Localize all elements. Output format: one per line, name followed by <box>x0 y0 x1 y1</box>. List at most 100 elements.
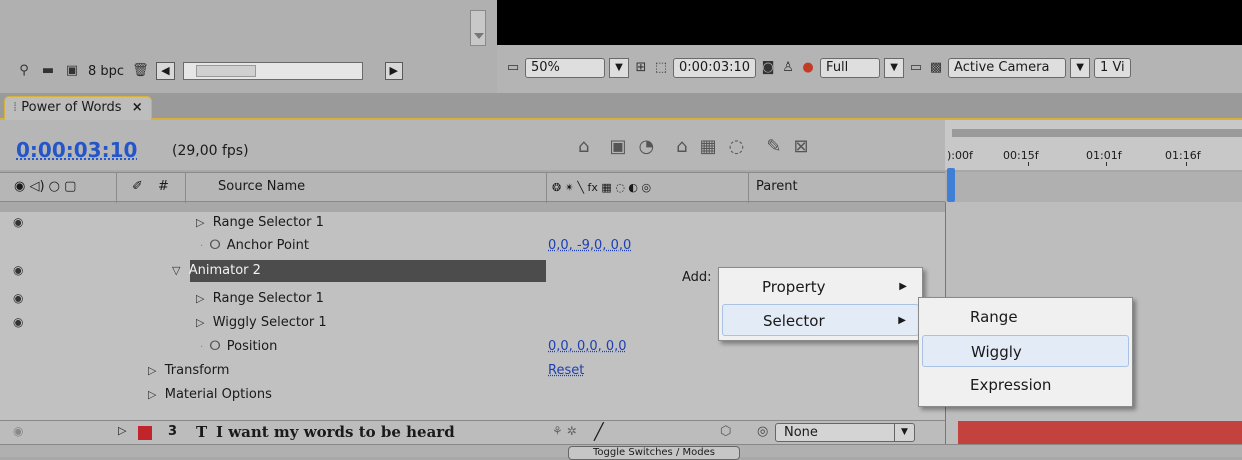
ruler-labels: ):00f 00:15f 01:01f 01:16f <box>947 149 1242 163</box>
av-features-icons: ◉ ◁) ○ ▢ <box>14 179 77 194</box>
timeline-graph-header <box>945 172 1242 202</box>
transparency-grid-icon[interactable]: ▩ <box>928 61 944 75</box>
switches-column-icons: ❂ ✴ ╲ fx ▦ ◌ ◐ ◎ <box>552 181 652 194</box>
stopwatch-icon[interactable]: ⵔ <box>209 339 221 354</box>
column-parent[interactable]: Parent <box>756 179 798 194</box>
menu-item-wiggly[interactable]: Wiggly <box>922 335 1129 367</box>
region-of-interest-icon[interactable]: ⬚ <box>653 61 669 75</box>
layer-name[interactable]: I want my words to be heard <box>216 423 455 441</box>
menu-item-property[interactable]: Property ▶ <box>722 271 919 303</box>
eye-icon[interactable]: ◉ <box>13 291 23 305</box>
fast-previews-icon[interactable]: ▭ <box>908 61 924 75</box>
motion-blur-icon[interactable]: ◌ <box>729 136 745 157</box>
eye-icon[interactable]: ◉ <box>13 424 23 438</box>
column-header: ◉ ◁) ○ ▢ ✐ # Source Name ❂ ✴ ╲ fx ▦ ◌ ◐ … <box>0 172 945 203</box>
layer-number: 3 <box>168 424 178 439</box>
eye-icon[interactable]: ◉ <box>13 263 23 277</box>
color-channels-icon[interactable]: ● <box>800 61 816 75</box>
tab-label: Power of Words <box>21 100 122 115</box>
expand-triangle-icon[interactable]: ▷ <box>196 216 204 229</box>
layer-duration-bar[interactable] <box>958 421 1242 445</box>
scroll-right-button[interactable]: ▶ <box>384 62 403 80</box>
current-time-display[interactable]: 0:00:03:10 <box>16 138 137 162</box>
work-area-bar[interactable] <box>952 129 1242 137</box>
pickwhip-icon[interactable]: ◎ <box>757 424 768 439</box>
label-icon: ✐ <box>132 179 143 194</box>
quality-switch-icon[interactable]: ╱ <box>594 422 604 441</box>
reset-link[interactable]: Reset <box>548 363 584 378</box>
draft-3d-icon[interactable]: ◔ <box>638 136 654 157</box>
graph-editor-icon[interactable]: ⊠ <box>793 136 808 157</box>
toggle-switches-modes-button[interactable]: Toggle Switches / Modes <box>568 446 740 460</box>
expand-triangle-icon[interactable]: ▷ <box>118 424 126 437</box>
list-item[interactable]: · ⵔ Anchor Point 0,0, -9,0, 0,0 <box>0 235 945 257</box>
resolution-dropdown[interactable]: Full <box>820 58 881 78</box>
chevron-down-icon[interactable]: ▼ <box>894 424 914 441</box>
views-dropdown[interactable]: 1 Vi <box>1094 58 1131 78</box>
list-item[interactable]: ◉ ▷ Range Selector 1 <box>0 212 945 234</box>
chevron-down-icon[interactable]: ▼ <box>884 58 905 78</box>
grip-icon: ⁞ <box>13 100 18 115</box>
project-slider[interactable] <box>182 62 363 80</box>
3d-layer-icon[interactable]: ⬡ <box>720 424 731 439</box>
live-update-icon[interactable]: ▣ <box>609 136 626 157</box>
list-item[interactable]: ▷ Transform Reset <box>0 360 945 382</box>
label-color-swatch[interactable] <box>138 426 152 440</box>
bit-depth-button[interactable]: 8 bpc <box>88 64 124 79</box>
scroll-left-button[interactable]: ◀ <box>156 62 175 80</box>
ruler-label: 00:15f <box>1003 149 1039 162</box>
selector-submenu: Range Wiggly Expression <box>918 297 1133 407</box>
parent-dropdown[interactable]: None ▼ <box>775 423 915 442</box>
eye-icon[interactable]: ◉ <box>13 215 23 229</box>
trash-icon[interactable]: 🗑 <box>132 64 149 78</box>
tab-power-of-words[interactable]: ⁞ Power of Words × <box>4 96 152 120</box>
composition-icon[interactable]: ▣ <box>64 64 80 78</box>
frame-blending-icon[interactable]: ▦ <box>700 136 717 157</box>
shy-switch-icon[interactable]: ⚘ ✲ <box>552 424 577 438</box>
eye-icon[interactable]: ◉ <box>13 315 23 329</box>
expand-triangle-icon[interactable]: ▷ <box>148 364 156 377</box>
menu-item-selector[interactable]: Selector ▶ <box>722 304 919 336</box>
menu-item-range[interactable]: Range <box>922 301 1129 333</box>
zoom-dropdown[interactable]: 50% <box>525 58 605 78</box>
collapse-triangle-icon[interactable]: ▽ <box>172 264 180 277</box>
brainstorm-icon[interactable]: ✎ <box>766 136 781 157</box>
stopwatch-icon[interactable]: ⵔ <box>209 238 221 253</box>
table-row[interactable]: ◉ ▷ 3 T I want my words to be heard ⚘ ✲ … <box>0 420 945 444</box>
column-hash[interactable]: # <box>158 179 169 194</box>
always-preview-icon[interactable]: ▭ <box>505 61 521 75</box>
menu-item-label: Expression <box>970 376 1052 394</box>
hide-shy-layers-icon[interactable]: ⌂ <box>676 136 687 157</box>
grid-icon[interactable]: ⊞ <box>633 61 649 75</box>
bullet-icon: · <box>200 241 204 252</box>
row-label: Animator 2 <box>188 263 261 278</box>
anchor-point-value[interactable]: 0,0, -9,0, 0,0 <box>548 238 631 253</box>
show-snapshot-icon[interactable]: ♙ <box>780 61 796 75</box>
binoculars-icon[interactable]: ⚲ <box>16 64 32 78</box>
expand-triangle-icon[interactable]: ▷ <box>196 316 204 329</box>
comp-mini-flowchart-icon[interactable]: ⌂ <box>578 136 589 157</box>
viewer-controls: ▭ 50% ▼ ⊞ ⬚ 0:00:03:10 ◙ ♙ ● Full ▼ ▭ ▩ … <box>505 57 1131 79</box>
list-item[interactable]: ▷ Material Options <box>0 384 945 406</box>
viewer-timecode[interactable]: 0:00:03:10 <box>673 58 757 78</box>
chevron-down-icon[interactable]: ▼ <box>609 58 629 78</box>
position-value[interactable]: 0,0, 0,0, 0,0 <box>548 339 627 354</box>
add-menu-button[interactable]: Add: <box>682 270 712 285</box>
camera-dropdown[interactable]: Active Camera <box>948 58 1067 78</box>
project-scrollbar[interactable] <box>470 10 486 46</box>
ruler-tick <box>1028 162 1029 166</box>
column-source-name[interactable]: Source Name <box>218 179 305 194</box>
menu-item-label: Wiggly <box>971 343 1022 361</box>
expand-triangle-icon[interactable]: ▷ <box>148 388 156 401</box>
ruler-tick <box>1186 162 1187 166</box>
snapshot-icon[interactable]: ◙ <box>760 61 776 75</box>
folder-icon[interactable]: ▬ <box>40 64 56 78</box>
chevron-down-icon[interactable]: ▼ <box>1070 58 1091 78</box>
ruler-label: 01:16f <box>1165 149 1201 162</box>
close-icon[interactable]: × <box>132 100 143 115</box>
submenu-arrow-icon: ▶ <box>899 281 907 292</box>
current-time-indicator[interactable] <box>947 168 955 202</box>
expand-triangle-icon[interactable]: ▷ <box>196 292 204 305</box>
menu-item-expression[interactable]: Expression <box>922 369 1129 401</box>
slider-thumb[interactable] <box>195 65 256 77</box>
